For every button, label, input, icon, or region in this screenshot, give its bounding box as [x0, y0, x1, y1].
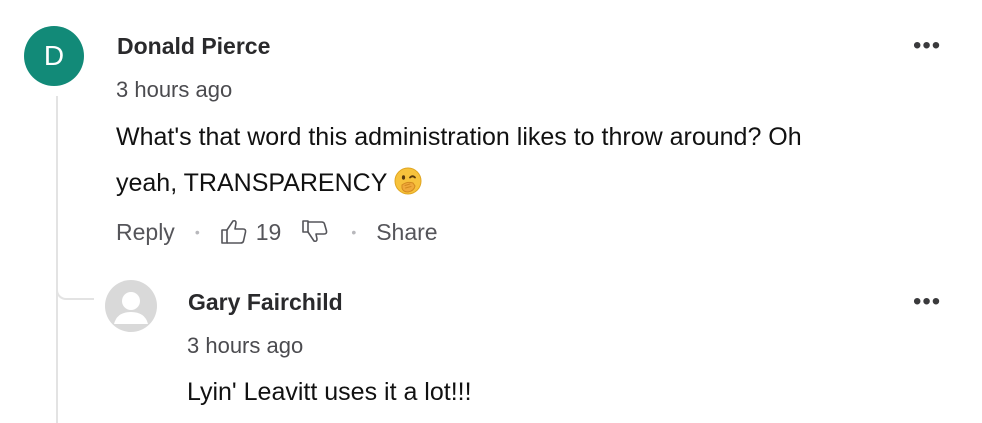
like-count: 19 [255, 218, 282, 245]
avatar[interactable]: D [24, 26, 84, 86]
share-button[interactable]: Share [376, 219, 437, 246]
thread-line [56, 96, 58, 423]
reply-author[interactable]: Gary Fairchild [188, 289, 343, 316]
reply-text: Lyin' Leavitt uses it a lot!!! [187, 378, 472, 406]
more-options-icon[interactable]: ••• [913, 34, 941, 58]
avatar-placeholder[interactable] [105, 280, 157, 332]
comment-actions: Reply • 19 • Share [116, 214, 438, 250]
separator-dot: • [194, 224, 200, 240]
thumbs-down-icon [301, 218, 331, 246]
face-with-hand-over-mouth-icon [393, 165, 423, 195]
comment-text: What's that word this administration lik… [116, 114, 802, 206]
comment-text-line-2-content: yeah, TRANSPARENCY [116, 169, 388, 197]
reply-timestamp: 3 hours ago [187, 333, 304, 358]
comment-author[interactable]: Donald Pierce [117, 33, 270, 60]
reply-button[interactable]: Reply [116, 219, 175, 246]
comment-text-line-2: yeah, TRANSPARENCY [116, 160, 802, 206]
dislike-button[interactable] [301, 218, 331, 246]
thumbs-up-icon [220, 218, 250, 246]
reply-connector [56, 282, 94, 300]
more-options-icon[interactable]: ••• [913, 290, 941, 314]
comment-text-line-1: What's that word this administration lik… [116, 123, 802, 151]
avatar-initial: D [43, 40, 65, 71]
comment-timestamp: 3 hours ago [116, 77, 233, 102]
like-button[interactable]: 19 [220, 218, 282, 246]
user-silhouette-icon [105, 280, 157, 332]
separator-dot: • [351, 224, 357, 240]
